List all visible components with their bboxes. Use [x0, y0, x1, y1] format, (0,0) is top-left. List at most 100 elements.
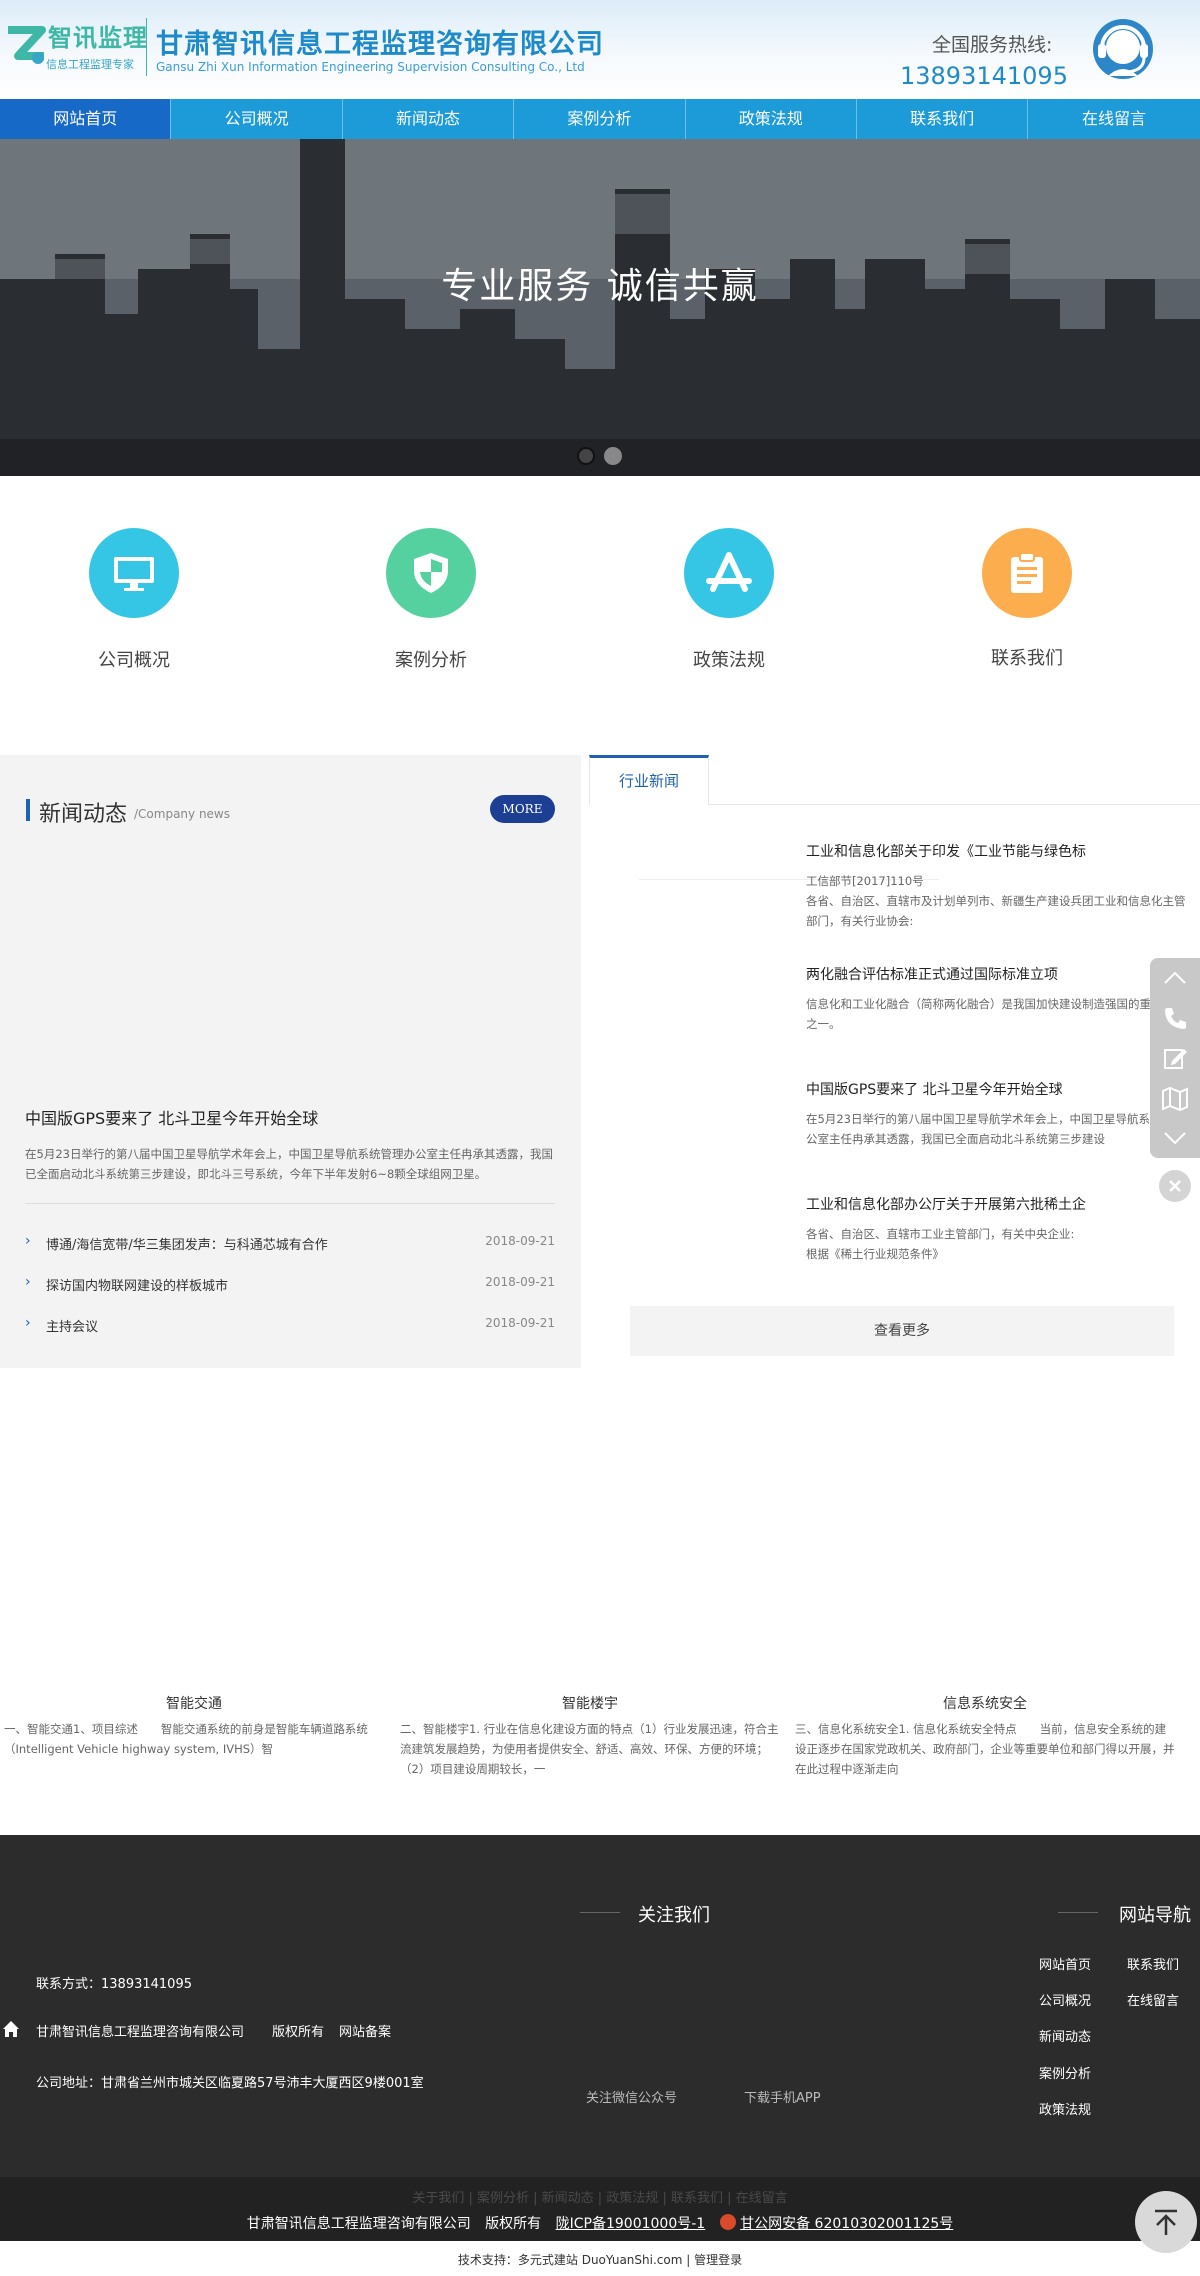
- industry-news-title[interactable]: 两化融合评估标准正式通过国际标准立项: [806, 964, 1196, 984]
- footer-nav-message[interactable]: 在线留言: [1127, 1990, 1179, 2009]
- shield-icon: [414, 553, 448, 593]
- chevron-down-icon: [1164, 1132, 1186, 1145]
- industry-news-item[interactable]: 两化融合评估标准正式通过国际标准立项 信息化和工业化融合（简称两化融合）是我国加…: [806, 964, 1196, 1034]
- footer-nav-contact[interactable]: 联系我们: [1127, 1954, 1179, 1973]
- industry-news-item[interactable]: 工业和信息化部关于印发《工业节能与绿色标 工信部节[2017]110号 各省、自…: [806, 841, 1196, 931]
- contact-phone: 联系方式：13893141095: [36, 1977, 192, 1992]
- copyright-company: 甘肃智讯信息工程监理咨询有限公司: [246, 2216, 471, 2232]
- feature-about[interactable]: 公司概况: [34, 528, 234, 672]
- news-more-button[interactable]: MORE: [490, 795, 555, 823]
- divider: [580, 1912, 620, 1913]
- slider-dot-1[interactable]: [577, 447, 595, 465]
- case-desc: 三、信息化系统安全1. 信息化系统安全特点 当前，信息安全系统的建设正逐步在国家…: [795, 1722, 1175, 1776]
- news-item-date: 2018-09-21: [485, 1316, 555, 1330]
- nav-news[interactable]: 新闻动态: [343, 99, 515, 139]
- tech-support[interactable]: 技术支持：多元式建站 DuoYuanShi.com | 管理登录: [0, 2241, 1200, 2276]
- news-list-item[interactable]: › 探访国内物联网建设的样板城市 2018-09-21: [25, 1273, 555, 1294]
- case-card[interactable]: 智能楼宇 二、智能楼宇1. 行业在信息化建设方面的特点（1）行业发展迅速，符合主…: [400, 1693, 780, 1779]
- case-card[interactable]: 信息系统安全 三、信息化系统安全1. 信息化系统安全特点 当前，信息安全系统的建…: [795, 1693, 1175, 1779]
- banner-slogan: 专业服务 诚信共赢: [441, 266, 759, 307]
- icp-link[interactable]: 陇ICP备19001000号-1: [556, 2216, 706, 2232]
- chevron-right-icon: ›: [25, 1315, 31, 1331]
- footer-nav-policy[interactable]: 政策法规: [1039, 2099, 1091, 2118]
- feature-label: 政策法规: [693, 650, 765, 671]
- company-name: 甘肃智讯信息工程监理咨询有限公司: [156, 29, 604, 60]
- message-button[interactable]: [1150, 1038, 1200, 1078]
- nav-about[interactable]: 公司概况: [171, 99, 343, 139]
- app-download-link[interactable]: 下载手机APP: [744, 2087, 821, 2106]
- footer-nav-news[interactable]: 新闻动态: [1039, 2026, 1091, 2045]
- logo-text: 智讯监理: [48, 24, 148, 52]
- police-record-link[interactable]: 甘公网安备 62010302001125号: [740, 2216, 953, 2232]
- phone-button[interactable]: [1150, 998, 1200, 1038]
- featured-news-title[interactable]: 中国版GPS要来了 北斗卫星今年开始全球: [25, 1105, 318, 1129]
- footer-rights-link[interactable]: 版权所有: [272, 2021, 324, 2040]
- logo-divider: [146, 18, 147, 76]
- scroll-up-button[interactable]: [1150, 958, 1200, 998]
- news-heading-en: /Company news: [134, 807, 230, 821]
- feature-policy[interactable]: 政策法规: [629, 528, 829, 672]
- close-toolbar-button[interactable]: [1159, 1170, 1191, 1202]
- hotline-number: 13893141095: [900, 62, 1068, 90]
- view-more-button[interactable]: 查看更多: [630, 1306, 1174, 1356]
- nav-policy[interactable]: 政策法规: [686, 99, 857, 139]
- footer-nav-about[interactable]: 公司概况: [1039, 1990, 1091, 2009]
- industry-news-title[interactable]: 中国版GPS要来了 北斗卫星今年开始全球: [806, 1079, 1196, 1099]
- logo-icon[interactable]: [4, 18, 48, 70]
- company-news-panel: 新闻动态 /Company news MORE 中国版GPS要来了 北斗卫星今年…: [0, 755, 581, 1368]
- hotline-label: 全国服务热线:: [932, 34, 1053, 56]
- industry-news-title[interactable]: 工业和信息化部办公厅关于开展第六批稀土企: [806, 1194, 1196, 1214]
- logo-subtitle: 信息工程监理专家: [46, 58, 134, 71]
- news-item-date: 2018-09-21: [485, 1234, 555, 1248]
- company-name-en: Gansu Zhi Xun Information Engineering Su…: [156, 60, 585, 74]
- floating-toolbar: [1150, 958, 1200, 1158]
- news-item-title[interactable]: 探访国内物联网建设的样板城市: [46, 1275, 228, 1294]
- footer-record-link[interactable]: 网站备案: [339, 2021, 391, 2040]
- clipboard-icon: [1011, 552, 1043, 593]
- feature-circle: [684, 528, 774, 618]
- footer-nav-home[interactable]: 网站首页: [1039, 1954, 1091, 1973]
- map-button[interactable]: [1150, 1078, 1200, 1118]
- wechat-link[interactable]: 关注微信公众号: [586, 2087, 677, 2106]
- feature-label: 案例分析: [395, 650, 467, 671]
- industry-news-item[interactable]: 工业和信息化部办公厅关于开展第六批稀土企 各省、自治区、直辖市工业主管部门，有关…: [806, 1194, 1196, 1264]
- case-title[interactable]: 智能交通: [4, 1693, 384, 1713]
- news-list-item[interactable]: › 主持会议 2018-09-21: [25, 1314, 555, 1335]
- news-list-item[interactable]: › 博通/海信宽带/华三集团发声：与科通芯城有合作 2018-09-21: [25, 1232, 555, 1253]
- feature-label: 公司概况: [98, 650, 170, 671]
- nav-contact[interactable]: 联系我们: [857, 99, 1029, 139]
- nav-message[interactable]: 在线留言: [1028, 99, 1199, 139]
- divider: [25, 1203, 555, 1204]
- company-address: 公司地址：甘肃省兰州市城关区临夏路57号沛丰大厦西区9楼001室: [36, 2076, 424, 2091]
- feature-contact[interactable]: 联系我们: [927, 528, 1127, 670]
- news-item-title[interactable]: 主持会议: [46, 1316, 98, 1335]
- feature-cases[interactable]: 案例分析: [331, 528, 531, 672]
- divider: [1058, 1912, 1098, 1913]
- nav-cases[interactable]: 案例分析: [514, 99, 686, 139]
- feature-circle: [982, 528, 1072, 618]
- news-heading: 新闻动态: [39, 802, 128, 827]
- feature-label: 联系我们: [991, 648, 1063, 669]
- case-title[interactable]: 智能楼宇: [400, 1693, 780, 1713]
- industry-news-desc: 在5月23日举行的第八届中国卫星导航学术年会上，中国卫星导航系统管理办公室主任冉…: [806, 1112, 1196, 1146]
- case-desc: 一、智能交通1、项目综述 智能交通系统的前身是智能车辆道路系统（Intellig…: [4, 1722, 368, 1756]
- bottom-links[interactable]: 关于我们 | 案例分析 | 新闻动态 | 政策法规 | 联系我们 | 在线留言: [0, 2187, 1200, 2206]
- industry-news-desc: 工信部节[2017]110号 各省、自治区、直辖市及计划单列市、新疆生产建设兵团…: [806, 874, 1186, 928]
- news-item-title[interactable]: 博通/海信宽带/华三集团发声：与科通芯城有合作: [46, 1234, 328, 1253]
- industry-news-title[interactable]: 工业和信息化部关于印发《工业节能与绿色标: [806, 841, 1196, 861]
- feature-circle: [386, 528, 476, 618]
- slider-dot-2[interactable]: [604, 447, 622, 465]
- case-title[interactable]: 信息系统安全: [795, 1693, 1175, 1713]
- tab-industry-news[interactable]: 行业新闻: [589, 755, 709, 805]
- chevron-right-icon: ›: [25, 1233, 31, 1249]
- footer-nav-cases[interactable]: 案例分析: [1039, 2063, 1091, 2082]
- case-card[interactable]: 智能交通 一、智能交通1、项目综述 智能交通系统的前身是智能车辆道路系统（Int…: [4, 1693, 384, 1759]
- copyright-bar: 关于我们 | 案例分析 | 新闻动态 | 政策法规 | 联系我们 | 在线留言 …: [0, 2177, 1200, 2241]
- site-nav-title: 网站导航: [1119, 1905, 1191, 1926]
- news-item-date: 2018-09-21: [485, 1275, 555, 1289]
- industry-news-item[interactable]: 中国版GPS要来了 北斗卫星今年开始全球 在5月23日举行的第八届中国卫星导航学…: [806, 1079, 1196, 1159]
- featured-news-desc: 在5月23日举行的第八届中国卫星导航学术年会上，中国卫星导航系统管理办公室主任冉…: [25, 1147, 553, 1181]
- back-to-top-button[interactable]: [1135, 2191, 1197, 2253]
- nav-home[interactable]: 网站首页: [0, 99, 172, 139]
- scroll-down-button[interactable]: [1150, 1118, 1200, 1158]
